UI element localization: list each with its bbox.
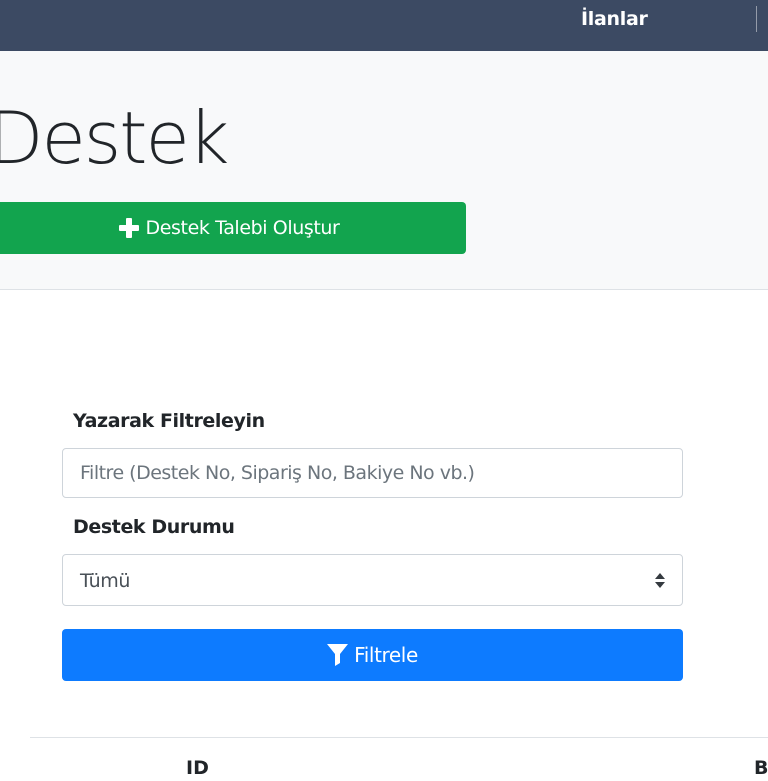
page-title: Destek bbox=[0, 96, 229, 180]
search-input[interactable] bbox=[62, 448, 683, 498]
status-select[interactable]: Tümü bbox=[62, 554, 683, 606]
status-select-value: Tümü bbox=[80, 570, 130, 592]
filter-button-label: Filtrele bbox=[354, 643, 418, 667]
create-ticket-button-label: Destek Talebi Oluştur bbox=[145, 217, 340, 239]
status-label: Destek Durumu bbox=[73, 516, 235, 538]
filter-button[interactable]: Filtrele bbox=[62, 629, 683, 681]
table-top-border bbox=[30, 737, 768, 738]
sort-icon bbox=[655, 573, 665, 588]
nav-link-ilanlar[interactable]: İlanlar bbox=[581, 9, 648, 29]
page-header: Destek Destek Talebi Oluştur bbox=[0, 51, 768, 290]
create-ticket-button[interactable]: Destek Talebi Oluştur bbox=[0, 202, 466, 254]
search-label: Yazarak Filtreleyin bbox=[73, 410, 265, 432]
top-navbar: İlanlar bbox=[0, 0, 768, 51]
table-header-id: ID bbox=[186, 757, 209, 779]
plus-icon bbox=[118, 218, 139, 238]
nav-divider bbox=[756, 6, 757, 32]
filter-icon bbox=[327, 644, 349, 666]
table-header-second: B bbox=[754, 757, 768, 779]
